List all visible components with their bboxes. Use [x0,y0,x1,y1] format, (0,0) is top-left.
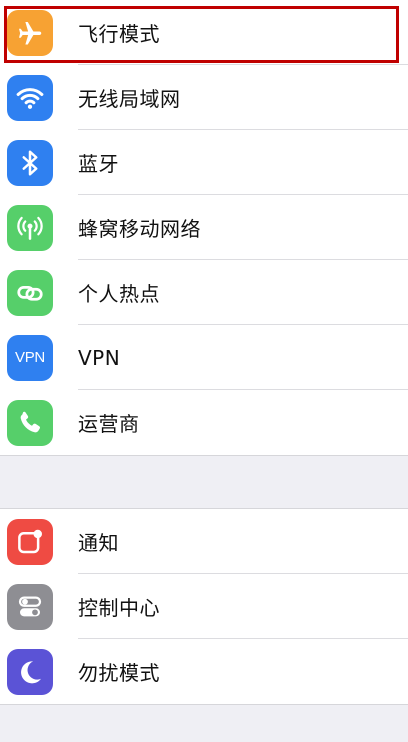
cellular-antenna-icon [7,204,53,251]
settings-row-label: 运营商 [78,412,140,436]
settings-row-wifi[interactable]: 无线局域网 [0,65,408,130]
settings-row-bluetooth[interactable]: 蓝牙 [0,130,408,195]
moon-icon [7,648,53,695]
control-center-icon [7,583,53,630]
bluetooth-icon [7,139,53,186]
settings-row-label: 飞行模式 [78,22,160,46]
airplane-icon [7,9,53,56]
settings-row-do-not-disturb[interactable]: 勿扰模式 [0,639,408,704]
phone-icon [7,399,53,446]
settings-row-label: 蜂窝移动网络 [78,217,201,241]
settings-row-vpn[interactable]: VPN VPN [0,325,408,390]
settings-row-airplane-mode[interactable]: 飞行模式 [0,0,408,65]
settings-row-cellular[interactable]: 蜂窝移动网络 [0,195,408,260]
settings-row-label: VPN [78,345,121,370]
settings-row-carrier[interactable]: 运营商 [0,390,408,455]
settings-row-label: 控制中心 [78,596,160,620]
settings-row-label: 勿扰模式 [78,661,160,685]
settings-row-control-center[interactable]: 控制中心 [0,574,408,639]
hotspot-link-icon [7,269,53,316]
settings-row-label: 通知 [78,531,119,555]
wifi-icon [7,74,53,121]
notification-icon [7,518,53,565]
settings-row-label: 无线局域网 [78,87,181,111]
settings-row-personal-hotspot[interactable]: 个人热点 [0,260,408,325]
settings-list: 飞行模式 无线局域网 蓝牙 蜂窝移动网络 个人热点 VPN VPN 运营商 通知… [0,0,408,705]
settings-row-notifications[interactable]: 通知 [0,509,408,574]
vpn-icon-text: VPN [15,349,45,366]
system-group: 通知 控制中心 勿扰模式 [0,508,408,705]
connectivity-group: 飞行模式 无线局域网 蓝牙 蜂窝移动网络 个人热点 VPN VPN 运营商 [0,0,408,456]
settings-row-label: 个人热点 [78,282,160,306]
vpn-icon: VPN [7,334,53,381]
settings-row-label: 蓝牙 [78,152,119,176]
